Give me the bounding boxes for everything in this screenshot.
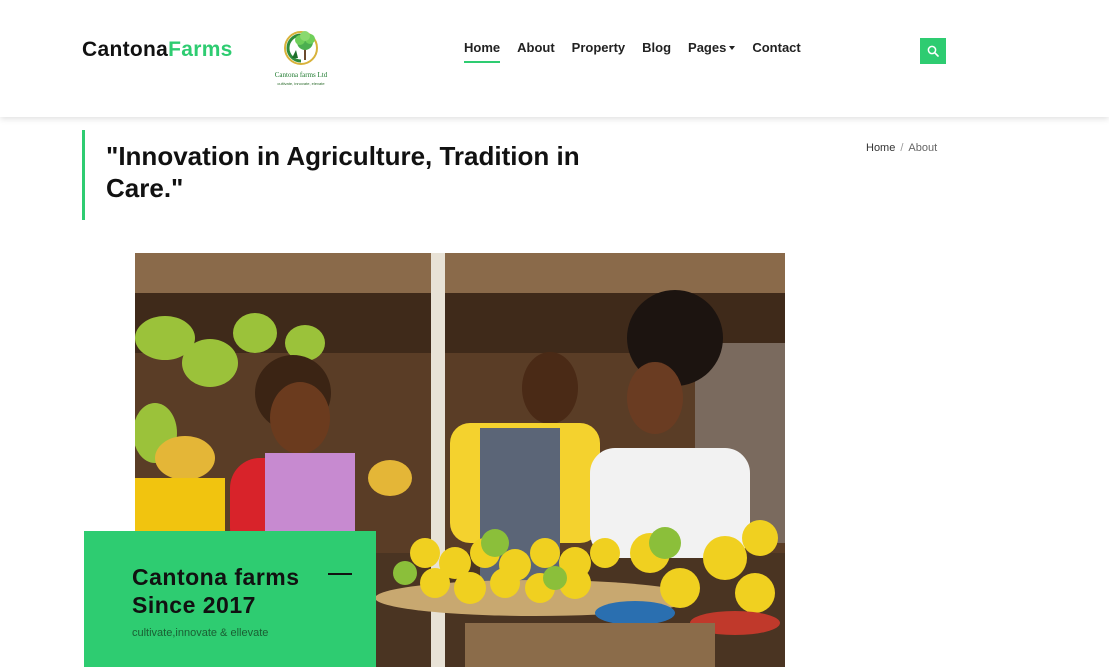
nav-item-property[interactable]: Property — [572, 40, 625, 55]
nav-item-about[interactable]: About — [517, 40, 555, 55]
nav-item-blog[interactable]: Blog — [642, 40, 671, 55]
caret-down-icon — [729, 45, 736, 50]
nav-item-home[interactable]: Home — [464, 40, 501, 63]
brand-name-part1: Cantona — [82, 38, 169, 61]
tree-logo-icon[interactable]: Cantona farms Ltd cultivate, innovate, e… — [268, 26, 334, 90]
card-title: Cantona farms Since 2017 — [132, 564, 300, 618]
logo-subcaption: cultivate, innovate, elevate — [277, 81, 325, 86]
breadcrumb-current: About — [908, 142, 938, 154]
breadcrumb-separator: / — [900, 142, 904, 154]
nav-item-contact[interactable]: Contact — [752, 40, 800, 55]
since-card: Cantona farms Since 2017 cultivate,innov… — [84, 531, 376, 667]
card-tagline: cultivate,innovate & ellevate — [132, 627, 269, 639]
search-button[interactable] — [920, 38, 946, 64]
page-heading-block: "Innovation in Agriculture, Tradition in… — [82, 130, 642, 220]
card-divider — [328, 573, 352, 575]
page-title: "Innovation in Agriculture, Tradition in… — [106, 141, 580, 203]
navbar: CantonaFarms Cantona farms Ltd cultivate… — [0, 0, 1109, 117]
nav-item-pages[interactable]: Pages — [688, 40, 736, 55]
brand-name-part2: Farms — [168, 38, 233, 61]
main-nav: Home About Property Blog Pages Contact — [464, 40, 818, 63]
breadcrumb-home-link[interactable]: Home — [866, 142, 895, 154]
search-icon — [927, 45, 939, 57]
logo-caption: Cantona farms Ltd — [274, 71, 328, 79]
brand-logo-text[interactable]: CantonaFarms — [82, 38, 233, 62]
breadcrumb: Home / About — [866, 142, 937, 154]
nav-item-pages-label: Pages — [688, 40, 727, 55]
